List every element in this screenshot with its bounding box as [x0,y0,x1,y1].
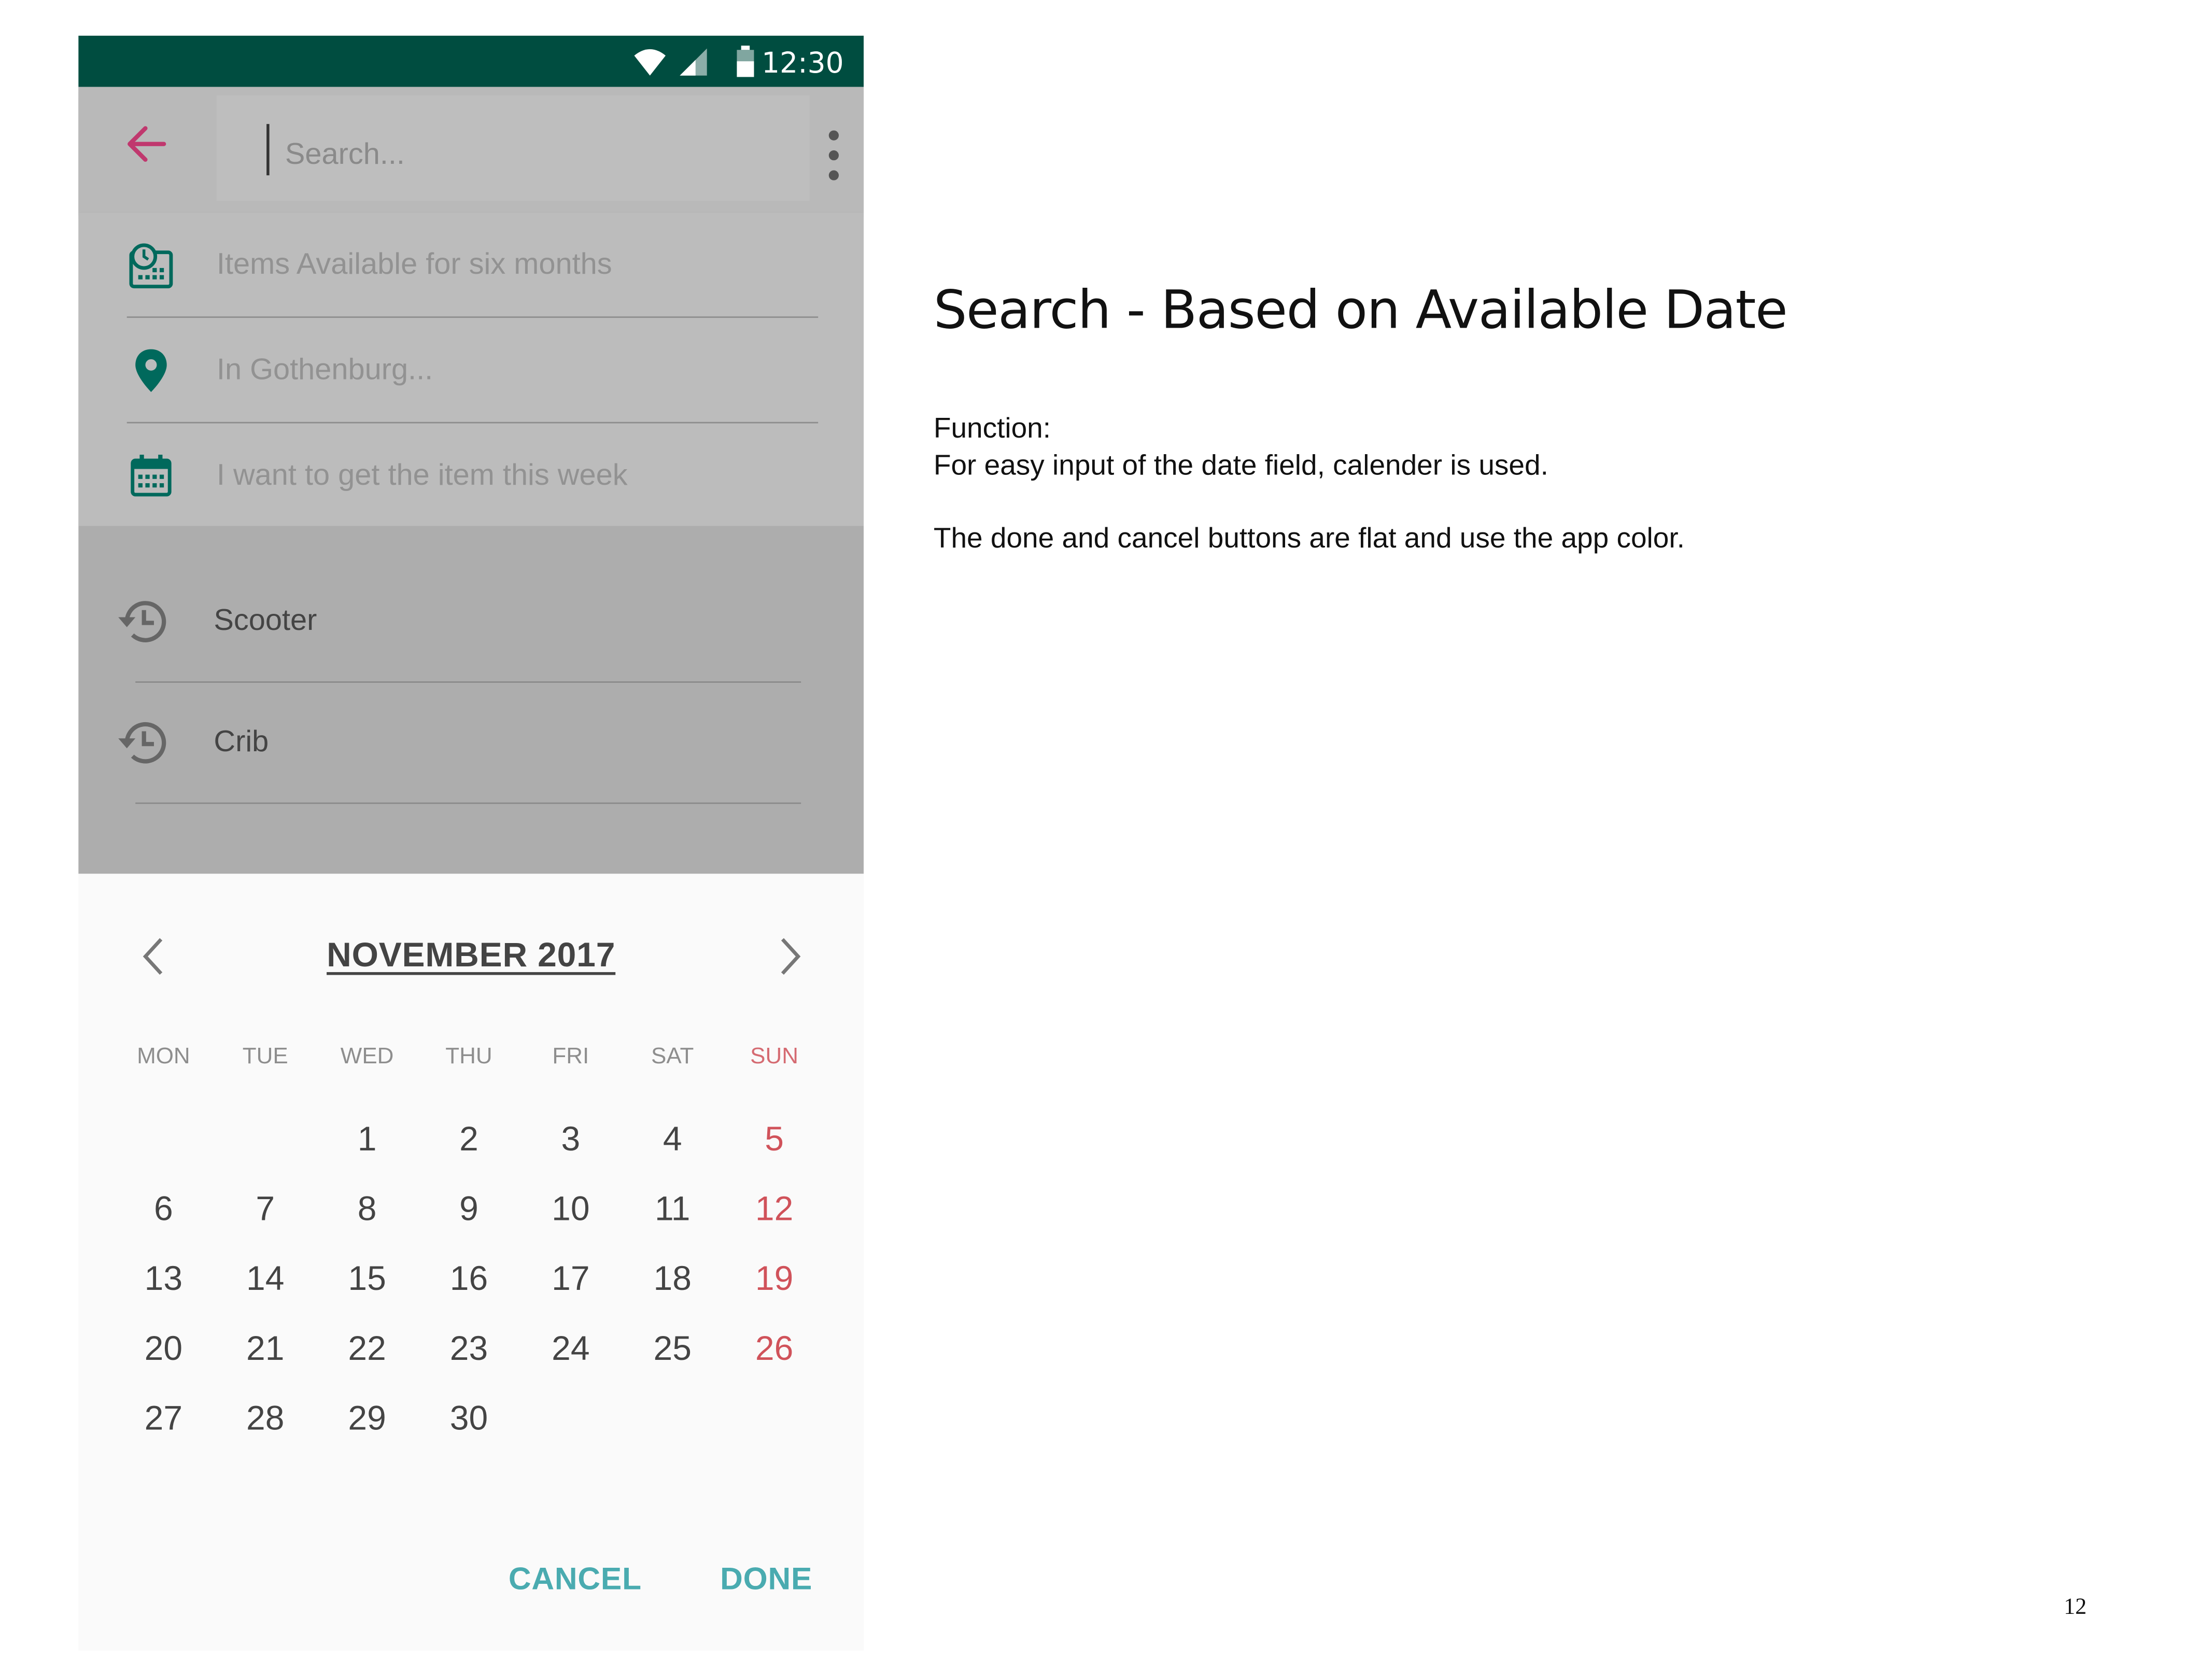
signal-icon [680,48,707,76]
filter-row-availability[interactable]: Items Available for six months [78,213,864,318]
date-picker: NOVEMBER 2017 MON TUE WED THU FRI SAT SU… [78,874,864,1651]
day-cell[interactable]: 19 [723,1260,825,1317]
day-cell[interactable]: 15 [316,1260,418,1317]
slide-heading: Search - Based on Available Date [933,279,1788,341]
day-cell[interactable]: 4 [622,1120,723,1177]
day-cell[interactable]: 25 [622,1330,723,1387]
weekday-label: THU [445,1045,492,1070]
dialog-actions: CANCEL DONE [509,1561,812,1598]
day-cell-empty [215,1120,316,1177]
day-cell[interactable]: 28 [215,1400,316,1457]
search-box[interactable] [216,95,810,201]
weekday-label: WED [340,1045,394,1070]
calendar-week: 20 21 22 23 24 25 26 [112,1330,825,1387]
weekday-header: MON TUE WED THU FRI SAT SUN [112,1045,825,1102]
divider [135,802,801,804]
day-cell[interactable]: 1 [316,1120,418,1177]
text-cursor [266,124,270,176]
search-input[interactable] [285,130,770,181]
history-item-scooter[interactable]: Scooter [78,561,864,683]
filter-panel: Items Available for six months In Gothen… [78,212,864,529]
day-cell[interactable]: 7 [215,1190,316,1247]
day-cell-empty [622,1400,723,1457]
day-cell[interactable]: 6 [112,1190,214,1247]
weekday-label: SAT [651,1045,694,1070]
day-cell[interactable]: 24 [520,1330,622,1387]
calendar-icon [131,455,172,497]
day-cell[interactable]: 11 [622,1190,723,1247]
filter-label-location: In Gothenburg... [216,353,433,387]
day-cell[interactable]: 29 [316,1400,418,1457]
function-title: Function: [933,413,1051,445]
day-cell[interactable]: 16 [418,1260,519,1317]
day-cell[interactable]: 3 [520,1120,622,1177]
day-cell[interactable]: 2 [418,1120,519,1177]
calendar-week: 6 7 8 9 10 11 12 [112,1190,825,1247]
weekday-label: MON [137,1045,190,1070]
day-cell[interactable]: 17 [520,1260,622,1317]
day-cell-empty [520,1400,622,1457]
battery-icon [737,45,754,77]
weekday-label: SUN [750,1045,799,1070]
day-cell[interactable]: 27 [112,1400,214,1457]
description-line: The done and cancel buttons are flat and… [933,523,1685,555]
phone-screen: 12:30 Search... Items Available for six … [78,35,864,1651]
status-time: 12:30 [762,45,844,80]
history-label: Crib [214,725,269,758]
day-cell[interactable]: 13 [112,1260,214,1317]
back-arrow-icon[interactable] [124,121,170,167]
weekday-label: TUE [242,1045,288,1070]
calendar-week: 13 14 15 16 17 18 19 [112,1260,825,1317]
history-icon [118,601,166,642]
more-vert-icon[interactable] [825,130,842,181]
day-cell[interactable]: 21 [215,1330,316,1387]
description-line: For easy input of the date field, calend… [933,450,1548,482]
day-cell[interactable]: 10 [520,1190,622,1247]
cancel-button[interactable]: CANCEL [509,1561,642,1598]
day-cell[interactable]: 9 [418,1190,519,1247]
filter-label-availability: Items Available for six months [216,248,612,281]
status-bar: 12:30 [78,35,864,87]
day-cell-empty [723,1400,825,1457]
day-cell-empty [112,1120,214,1177]
page-number: 12 [2064,1595,2087,1620]
location-pin-icon [135,349,167,392]
day-cell[interactable]: 8 [316,1190,418,1247]
calendar-week: 1 2 3 4 5 [112,1120,825,1177]
calendar-week: 27 28 29 30 [112,1400,825,1457]
history-item-crib[interactable]: Crib [78,683,864,804]
filter-row-location[interactable]: In Gothenburg... [78,318,864,424]
day-cell[interactable]: 18 [622,1260,723,1317]
history-icon [118,722,166,764]
calendar-clock-icon [129,243,173,289]
weekday-label: FRI [552,1045,589,1070]
day-cell[interactable]: 30 [418,1400,519,1457]
day-cell[interactable]: 26 [723,1330,825,1387]
day-cell[interactable]: 23 [418,1330,519,1387]
history-label: Scooter [214,604,317,637]
done-button[interactable]: DONE [720,1561,812,1598]
filter-label-date: I want to get the item this week [216,459,628,492]
chevron-right-icon[interactable] [768,931,811,982]
day-cell[interactable]: 14 [215,1260,316,1317]
day-cell[interactable]: 5 [723,1120,825,1177]
wifi-icon [634,49,666,76]
filter-row-date[interactable]: I want to get the item this week [78,424,864,529]
search-screen: Items Available for six months In Gothen… [78,87,864,874]
search-app-bar [78,87,864,213]
day-cell[interactable]: 20 [112,1330,214,1387]
day-cell[interactable]: 12 [723,1190,825,1247]
day-cell[interactable]: 22 [316,1330,418,1387]
month-label[interactable]: NOVEMBER 2017 [78,936,864,976]
